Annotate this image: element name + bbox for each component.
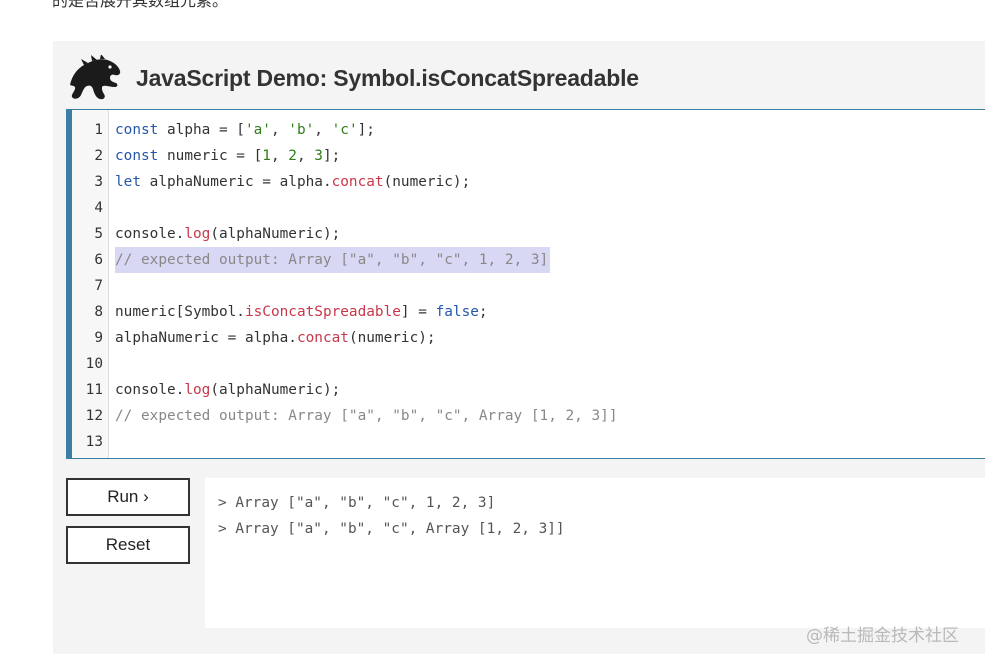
page: 的是否展开其数组元素。 JavaScript Demo: Symbol.isCo…: [0, 0, 985, 664]
code-line: 11 console.log(alphaNumeric);: [72, 377, 985, 403]
code-text: numeric[Symbol.isConcatSpreadable] = fal…: [115, 304, 488, 320]
line-number: 6: [94, 252, 103, 268]
highlighted-code-text: // expected output: Array ["a", "b", "c"…: [115, 247, 551, 273]
code-line: 3 let alphaNumeric = alpha.concat(numeric…: [72, 169, 985, 195]
intro-text: 的是否展开其数组元素。: [52, 0, 229, 10]
line-number: 10: [85, 356, 103, 372]
console-output: > Array ["a", "b", "c", 1, 2, 3] > Array…: [205, 478, 985, 628]
code-line: 9 alphaNumeric = alpha.concat(numeric);: [72, 325, 985, 351]
line-number: 9: [94, 330, 103, 346]
reset-button[interactable]: Reset: [66, 526, 190, 564]
demo-header: JavaScript Demo: Symbol.isConcatSpreadab…: [53, 41, 985, 109]
line-number: 7: [94, 278, 103, 294]
code-text: alphaNumeric = alpha.concat(numeric);: [115, 330, 436, 346]
code-line: 2 const numeric = [1, 2, 3];: [72, 143, 985, 169]
code-line: 10: [72, 351, 985, 377]
code-line: 1 const alpha = ['a', 'b', 'c'];: [72, 117, 985, 143]
code-line: 5 console.log(alphaNumeric);: [72, 221, 985, 247]
code-line: 13: [72, 429, 985, 455]
watermark: @稀土掘金技术社区: [806, 626, 959, 646]
code-text: console.log(alphaNumeric);: [115, 226, 341, 242]
demo-title: JavaScript Demo: Symbol.isConcatSpreadab…: [136, 65, 639, 91]
run-button[interactable]: Run ›: [66, 478, 190, 516]
line-number: 2: [94, 148, 103, 164]
code-editor[interactable]: 1 const alpha = ['a', 'b', 'c']; 2 const nu…: [66, 109, 985, 459]
code-text: let alphaNumeric = alpha.concat(numeric)…: [115, 174, 471, 190]
line-number: 11: [85, 382, 103, 398]
console-line: > Array ["a", "b", "c", 1, 2, 3]: [218, 495, 496, 511]
code-line: 4: [72, 195, 985, 221]
dinosaur-logo-icon: [70, 55, 121, 100]
code-text: const numeric = [1, 2, 3];: [115, 148, 341, 164]
line-number: 13: [85, 434, 103, 450]
line-number: 1: [94, 122, 103, 138]
code-line: 7: [72, 273, 985, 299]
line-number: 3: [94, 174, 103, 190]
interactive-demo: JavaScript Demo: Symbol.isConcatSpreadab…: [53, 41, 985, 654]
code-text: // expected output: Array ["a", "b", "c"…: [115, 408, 618, 424]
line-number: 12: [85, 408, 103, 424]
line-number: 4: [94, 200, 103, 216]
console-line: > Array ["a", "b", "c", Array [1, 2, 3]]: [218, 521, 565, 537]
line-number: 5: [94, 226, 103, 242]
code-line: 8 numeric[Symbol.isConcatSpreadable] = fa…: [72, 299, 985, 325]
code-text: const alpha = ['a', 'b', 'c'];: [115, 122, 375, 138]
line-number: 8: [94, 304, 103, 320]
code-line: 12 // expected output: Array ["a", "b", "…: [72, 403, 985, 429]
code-line: 6 // expected output: Array ["a", "b", "c…: [72, 247, 985, 273]
code-text: console.log(alphaNumeric);: [115, 382, 341, 398]
